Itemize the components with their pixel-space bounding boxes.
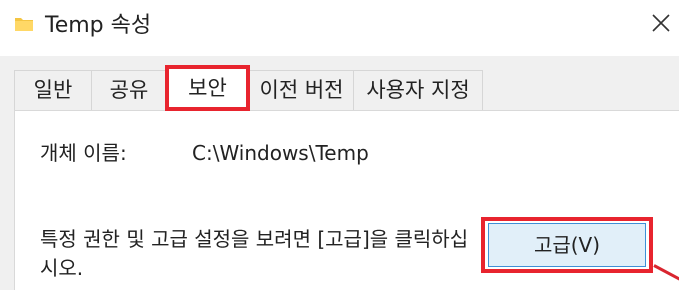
tab-customize[interactable]: 사용자 지정 [353,70,483,110]
title-bar: Temp 속성 [0,0,679,56]
tab-sharing[interactable]: 공유 [91,70,167,110]
tab-general[interactable]: 일반 [14,70,92,110]
window-title: Temp 속성 [45,13,152,38]
dialog-margin [0,110,14,290]
object-name-value: C:\Windows\Temp [192,141,369,165]
close-icon[interactable] [648,10,674,36]
advanced-button[interactable]: 고급(V) [488,223,646,267]
tab-bar: 일반 공유 보안 이전 버전 사용자 지정 [0,56,679,111]
tab-security[interactable]: 보안 [165,65,250,111]
tab-previous-versions[interactable]: 이전 버전 [249,70,354,110]
object-name-label: 개체 이름: [40,141,127,165]
folder-icon [15,18,33,31]
advanced-description: 특정 권한 및 고급 설정을 보려면 [고급]을 클릭하십시오. [40,227,469,280]
